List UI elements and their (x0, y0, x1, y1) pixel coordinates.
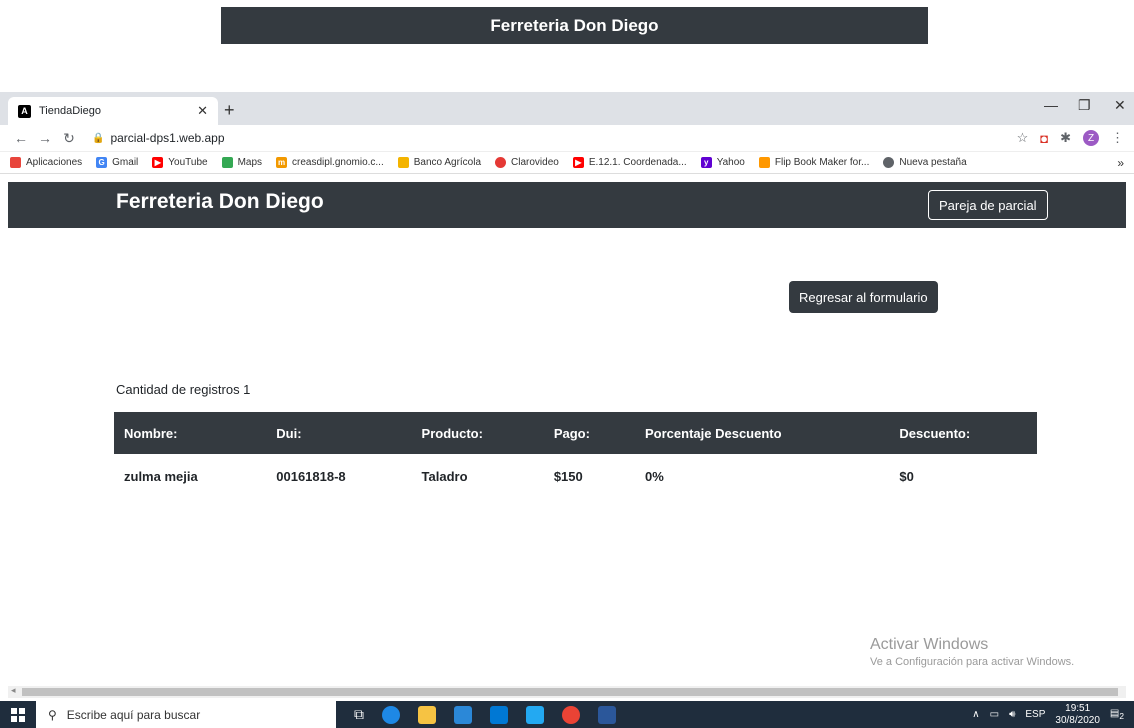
scrollbar-thumb[interactable] (22, 688, 1118, 696)
restore-icon[interactable]: ❐ (1078, 97, 1091, 114)
clock-date: 30/8/2020 (1055, 714, 1100, 726)
bookmark-item[interactable]: Maps (221, 157, 262, 168)
language-indicator[interactable]: ESP (1025, 709, 1045, 720)
search-placeholder: Escribe aquí para buscar (66, 707, 201, 722)
bookmark-item[interactable]: Banco Agrícola (397, 157, 481, 168)
file-explorer-icon[interactable] (418, 705, 436, 724)
mail-icon[interactable] (490, 705, 508, 724)
reload-icon[interactable]: ↻ (58, 130, 80, 147)
youtube-icon: ▶ (572, 157, 584, 168)
table-cell: zulma mejia (124, 468, 198, 484)
regresar-button[interactable]: Regresar al formulario (789, 281, 938, 313)
column-header: Producto: (411, 412, 544, 454)
moodle-icon: m (276, 157, 288, 168)
windows-start-icon[interactable] (0, 707, 36, 722)
app-navbar: Ferreteria Don Diego Pareja de parcial (8, 182, 1126, 228)
flipbook-icon (758, 157, 770, 168)
vscode-icon[interactable] (526, 705, 544, 724)
table-header-row: Nombre: Dui: Producto: Pago: Porcentaje … (114, 412, 1037, 454)
bookmark-item[interactable]: ▶ YouTube (152, 157, 208, 168)
table-cell: Taladro (421, 468, 468, 484)
bookmark-item[interactable]: y Yahoo (700, 157, 745, 168)
chevron-up-icon[interactable]: ∧ (972, 709, 979, 720)
column-header: Porcentaje Descuento (635, 412, 890, 454)
star-icon[interactable]: ☆ (1017, 130, 1029, 146)
chevron-right-icon[interactable]: » (1117, 156, 1124, 170)
clock-time: 19:51 (1065, 702, 1091, 714)
store-icon[interactable] (454, 705, 472, 724)
close-tab-icon[interactable]: ✕ (197, 103, 208, 119)
horizontal-scrollbar[interactable]: ◂ (8, 685, 1126, 698)
bookmark-item[interactable]: Nueva pestaña (883, 157, 967, 168)
clock[interactable]: 19:51 30/8/2020 (1055, 703, 1100, 727)
tab-tiendadiego[interactable]: A TiendaDiego ✕ (8, 97, 218, 125)
table-cell: 0% (645, 468, 664, 484)
task-view-icon[interactable]: ⧉ (354, 706, 364, 723)
browser-window: A TiendaDiego ✕ + — ❐ ✕ ← → ↻ 🔒 parcial-… (0, 92, 1134, 174)
puzzle-icon[interactable]: ✱ (1060, 130, 1071, 146)
url-text: parcial-dps1.web.app (110, 131, 225, 145)
yahoo-icon: y (700, 157, 712, 168)
table-cell: 00161818-8 (276, 468, 346, 484)
column-header: Dui: (266, 412, 412, 454)
table-cell: $150 (553, 468, 583, 484)
address-bar: ← → ↻ 🔒 parcial-dps1.web.app ☆ ◘ ✱ Z ⋮ (0, 125, 1134, 152)
bookmark-item[interactable]: Aplicaciones (10, 157, 82, 168)
column-header: Nombre: (114, 412, 267, 454)
extension-icon[interactable]: ◘ (1040, 131, 1048, 146)
chrome-icon[interactable] (562, 705, 580, 724)
url-field[interactable]: 🔒 parcial-dps1.web.app (92, 131, 1017, 145)
top-banner: Ferreteria Don Diego (221, 7, 928, 44)
forward-icon[interactable]: → (34, 130, 56, 146)
records-table: Nombre: Dui: Producto: Pago: Porcentaje … (114, 412, 1037, 498)
activate-windows-watermark: Activar Windows Ve a Configuración para … (870, 636, 1074, 668)
taskbar-search-input[interactable]: ⚲ Escribe aquí para buscar (36, 701, 336, 728)
google-icon: G (96, 157, 108, 168)
bookmark-item[interactable]: Flip Book Maker for... (758, 157, 869, 168)
table-cell: $0 (899, 468, 914, 484)
clarovideo-icon (495, 157, 507, 168)
notification-count: 2 (1119, 711, 1124, 721)
bank-icon (397, 157, 409, 168)
bookmarks-bar: Aplicaciones G Gmail ▶ YouTube Maps m creas… (0, 152, 1134, 174)
volume-icon[interactable]: 🔊︎ (1009, 709, 1015, 720)
apps-grid-icon (10, 157, 21, 168)
record-count: Cantidad de registros 1 (116, 382, 251, 397)
bookmark-item[interactable]: Clarovideo (495, 157, 559, 168)
youtube-icon: ▶ (152, 157, 164, 168)
lock-icon: 🔒 (92, 132, 105, 144)
column-header: Descuento: (889, 412, 1037, 454)
column-header: Pago: (543, 412, 636, 454)
tab-strip: A TiendaDiego ✕ + — ❐ ✕ (0, 92, 1134, 125)
notification-icon[interactable]: ▤2 (1110, 708, 1124, 721)
angular-icon: A (18, 104, 31, 118)
edge-icon[interactable] (382, 705, 400, 724)
system-tray: ∧ ▭ 🔊︎ ESP 19:51 30/8/2020 ▤2 (972, 703, 1134, 727)
watermark-subtitle: Ve a Configuración para activar Windows. (870, 656, 1075, 668)
bookmark-item[interactable]: m creasdipl.gnomio.c... (276, 157, 384, 168)
pareja-button[interactable]: Pareja de parcial (928, 190, 1048, 220)
word-icon[interactable] (598, 705, 616, 724)
watermark-title: Activar Windows (870, 636, 989, 653)
maps-pin-icon (221, 157, 233, 168)
windows-taskbar: ⚲ Escribe aquí para buscar ⧉ ∧ ▭ 🔊︎ ESP … (0, 701, 1134, 728)
app-brand[interactable]: Ferreteria Don Diego (116, 190, 324, 214)
network-icon[interactable]: ▭ (990, 709, 999, 720)
tab-title: TiendaDiego (39, 105, 101, 117)
bookmark-item[interactable]: ▶ E.12.1. Coordenada... (572, 157, 687, 168)
menu-icon[interactable]: ⋮ (1111, 130, 1124, 146)
minimize-icon[interactable]: — (1044, 97, 1058, 113)
globe-icon (883, 157, 895, 168)
search-icon: ⚲ (48, 707, 57, 722)
new-tab-icon[interactable]: + (224, 100, 235, 121)
back-icon[interactable]: ← (10, 130, 32, 146)
table-row: zulma mejia 00161818-8 Taladro $150 0% $… (114, 454, 1037, 498)
bookmark-item[interactable]: G Gmail (96, 157, 138, 168)
profile-avatar[interactable]: Z (1083, 130, 1099, 146)
banner-title: Ferreteria Don Diego (490, 15, 659, 35)
scroll-left-icon[interactable]: ◂ (11, 685, 16, 696)
close-window-icon[interactable]: ✕ (1114, 97, 1126, 114)
